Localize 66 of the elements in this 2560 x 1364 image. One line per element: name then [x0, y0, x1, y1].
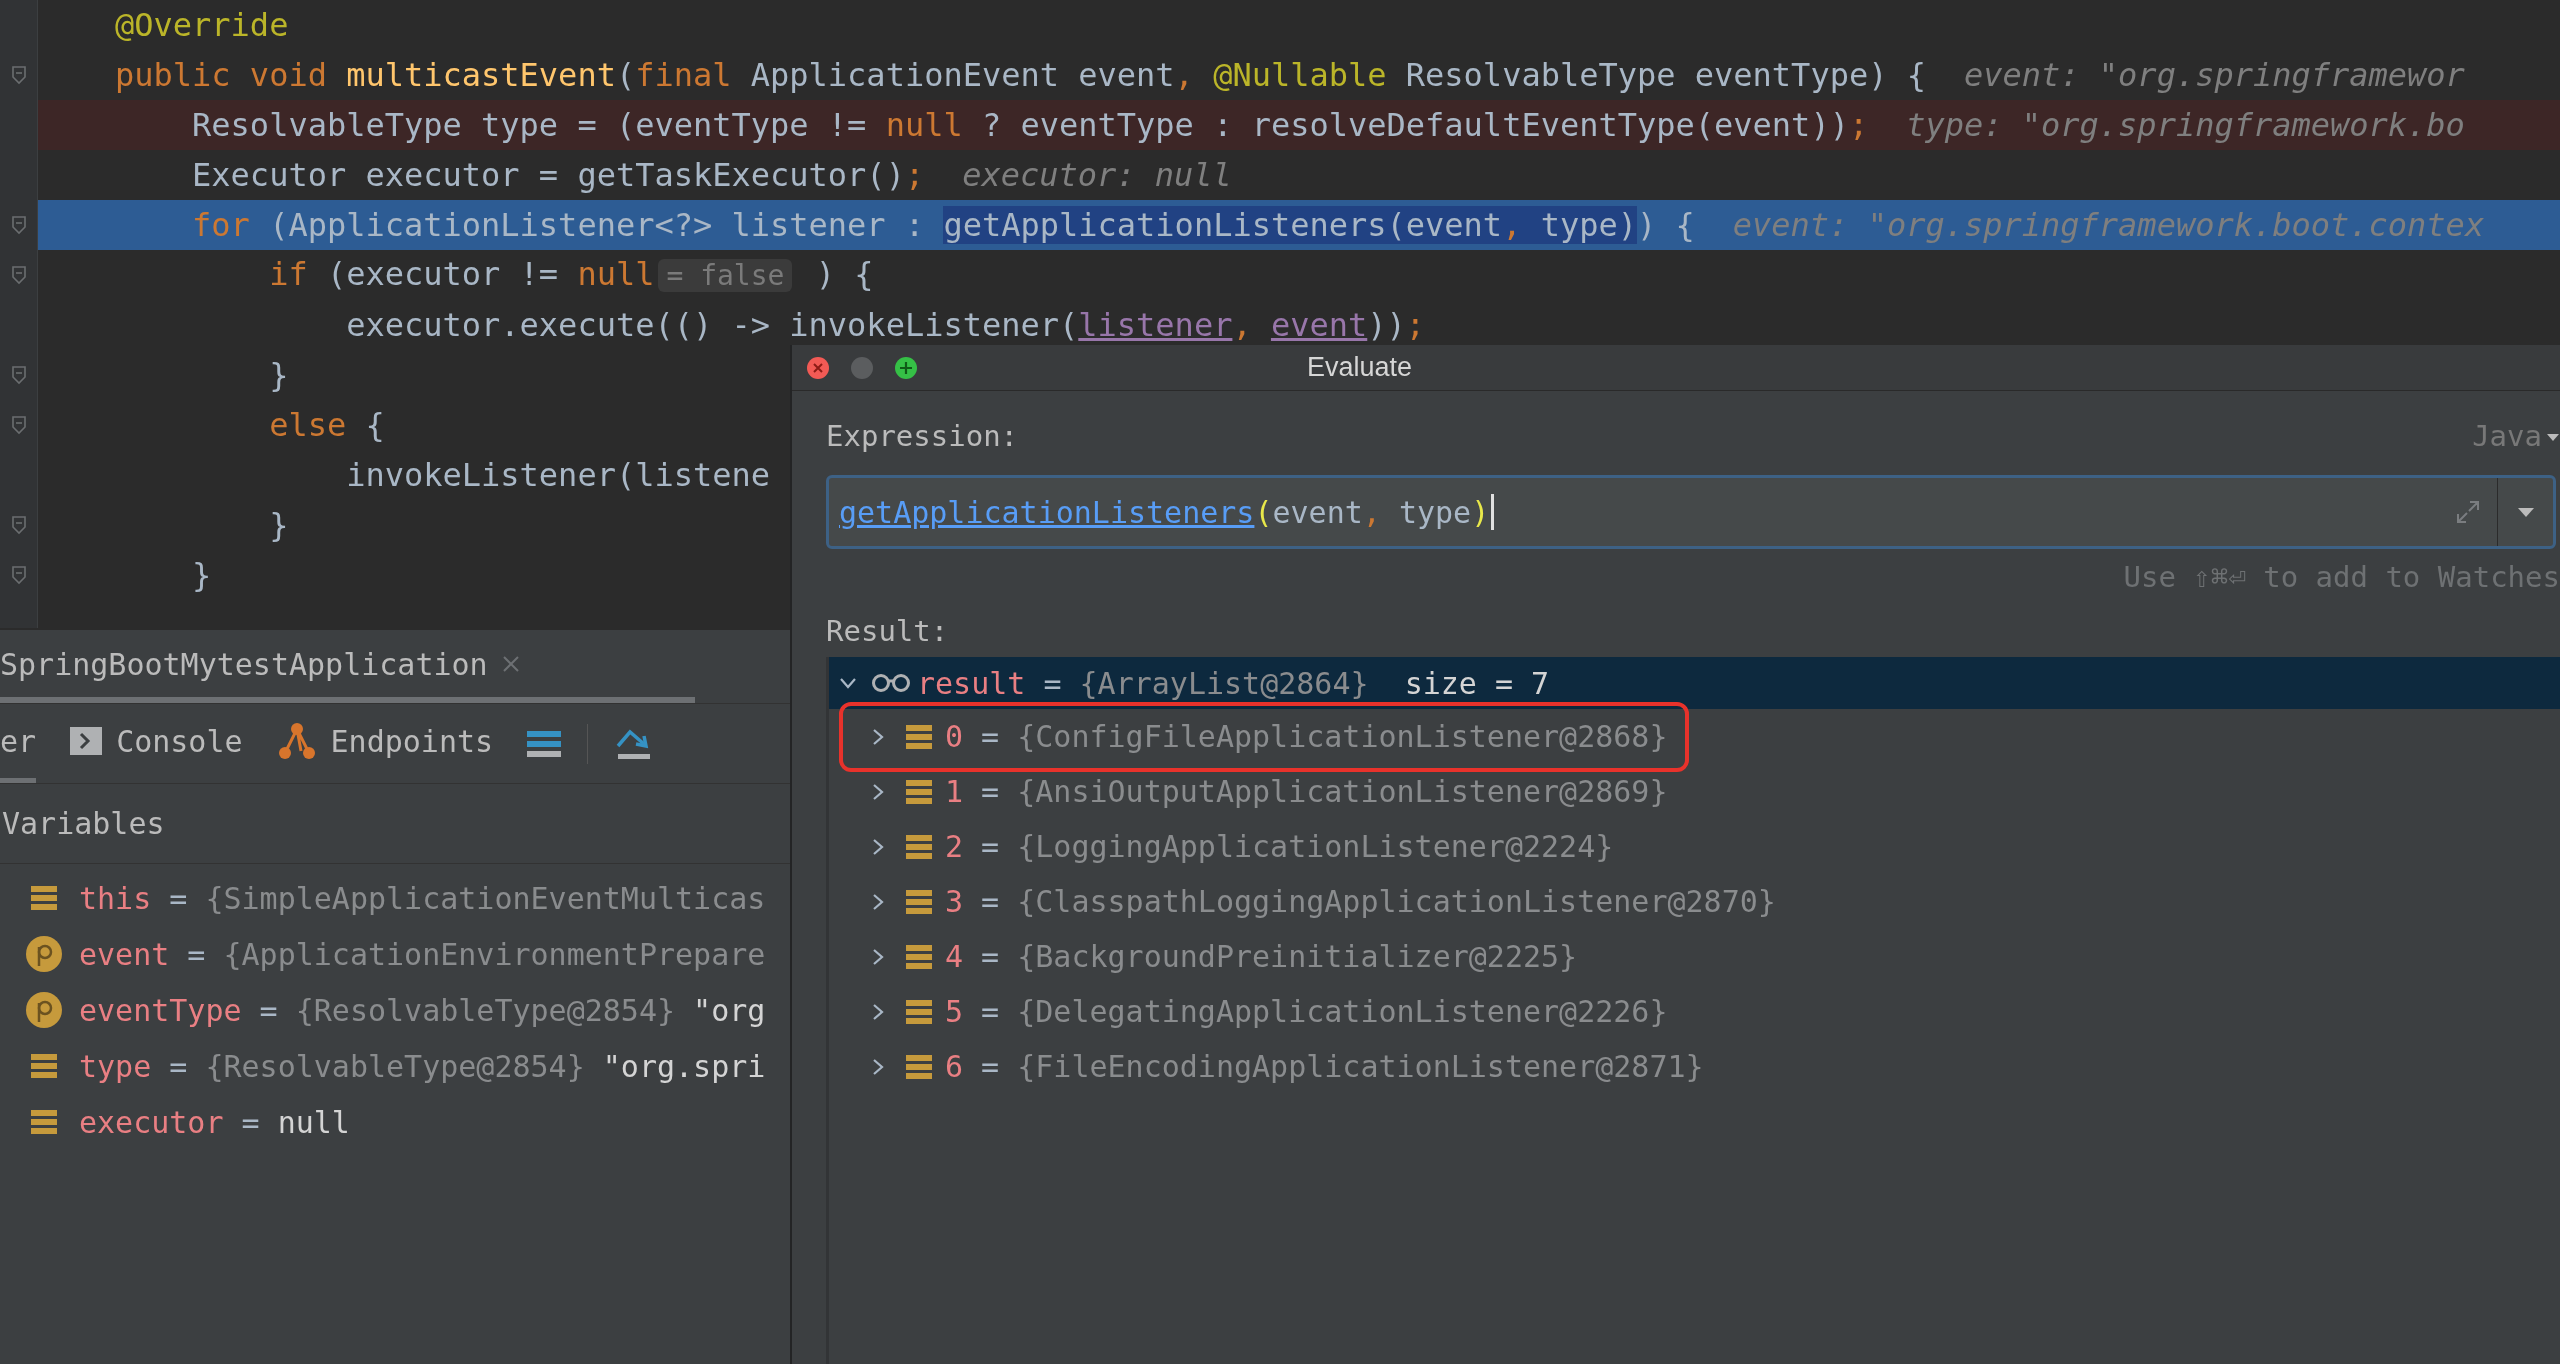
glasses-icon: [871, 673, 911, 693]
variable-label: this = {SimpleApplicationEventMulticas: [79, 879, 766, 918]
variable-label: event = {ApplicationEnvironmentPrepare: [79, 935, 766, 974]
fold-icon[interactable]: [10, 415, 27, 435]
expression-text: getApplicationListeners(event, type): [829, 489, 2455, 535]
code-line: public void multicastEvent(final ApplicationEvent event, @Nullable ResolvableType eventType) { event: "org.springframewor: [115, 57, 2465, 93]
tree-item-label: 0 = {ConfigFileApplicationListener@2868}: [945, 718, 1668, 756]
session-tab-label: SpringBootMytestApplication: [0, 645, 488, 684]
fold-icon[interactable]: [10, 215, 27, 235]
variable-label: executor = null: [79, 1103, 350, 1142]
dialog-title: Evaluate: [1307, 351, 1413, 385]
field-icon: [905, 1052, 933, 1081]
variables-header: Variables: [1, 805, 165, 843]
field-icon: [905, 722, 933, 751]
tree-item-label: 3 = {ClasspathLoggingApplicationListener@2870}: [945, 883, 1776, 921]
code-line: else {: [268, 407, 385, 443]
field-icon: [905, 997, 933, 1026]
fold-icon[interactable]: [10, 65, 27, 85]
expression-field[interactable]: getApplicationListeners(event, type): [826, 475, 2556, 549]
field-icon: [905, 777, 933, 806]
expression-label: Expression:: [826, 418, 1019, 456]
code-line: }: [268, 507, 289, 543]
code-line: }: [268, 357, 289, 393]
tree-item-label: 4 = {BackgroundPreinitializer@2225}: [945, 938, 1578, 976]
caret-icon: [2546, 432, 2560, 442]
fold-icon[interactable]: [10, 565, 27, 585]
tree-row[interactable]: result = {ArrayList@2864} size = 7: [829, 657, 2560, 709]
caret-icon: [2516, 506, 2535, 518]
field-icon: [905, 832, 933, 861]
parameter-icon: [24, 991, 63, 1029]
code-line: ResolvableType type = (eventType != null ? eventType : resolveDefaultEventType(event)); type: "org.springframework.bo: [191, 107, 2465, 143]
lines-icon[interactable]: [527, 728, 562, 759]
code-line: if (executor != null = false ) {: [268, 256, 874, 294]
field-icon: [905, 942, 933, 971]
code-line: @Override: [115, 7, 289, 43]
variable-label: eventType = {ResolvableType@2854} "org: [79, 991, 766, 1030]
fold-icon[interactable]: [10, 365, 27, 385]
close-icon[interactable]: [501, 655, 520, 673]
fold-icon[interactable]: [10, 265, 27, 285]
expand-icon[interactable]: [2455, 499, 2481, 525]
code-line: Executor executor = getTaskExecutor(); executor: null: [191, 157, 1232, 193]
fold-icon[interactable]: [10, 515, 27, 535]
session-tab[interactable]: SpringBootMytestApplication: [0, 631, 695, 703]
code-line: invokeListener(listene: [345, 457, 771, 493]
tree-item-label: 5 = {DelegatingApplicationListener@2226}: [945, 993, 1668, 1031]
result-label-value: result = {ArrayList@2864} size = 7: [917, 664, 1550, 703]
field-icon: [29, 884, 58, 912]
toolbar-tab[interactable]: Endpoints: [276, 704, 494, 783]
endpoints-icon: [276, 721, 317, 761]
tree-item-label: 1 = {AnsiOutputApplicationListener@2869}: [945, 773, 1668, 811]
field-icon: [29, 1052, 58, 1080]
parameter-icon: [24, 935, 63, 973]
field-icon: [905, 887, 933, 916]
code-line: executor.execute(() -> invokeListener(listener, event));: [345, 307, 1426, 343]
tree-item-label: 6 = {FileEncodingApplicationListener@2871}: [945, 1048, 1704, 1086]
code-line: for (ApplicationListener<?> listener : getApplicationListeners(event, type)) { event: "org.springframework.boot.contex: [191, 207, 2485, 243]
result-label: Result:: [826, 613, 949, 651]
tree-item-label: 2 = {LoggingApplicationListener@2224}: [945, 828, 1614, 866]
console-icon: [70, 727, 103, 755]
code-line: }: [191, 557, 212, 593]
toolbar-tab[interactable]: er: [0, 704, 37, 783]
zoom-window-icon[interactable]: [894, 355, 918, 380]
toolbar-tab[interactable]: Console: [70, 704, 243, 783]
variable-label: type = {ResolvableType@2854} "org.spri: [79, 1047, 766, 1086]
close-window-icon[interactable]: [806, 355, 830, 380]
field-icon: [29, 1108, 58, 1136]
